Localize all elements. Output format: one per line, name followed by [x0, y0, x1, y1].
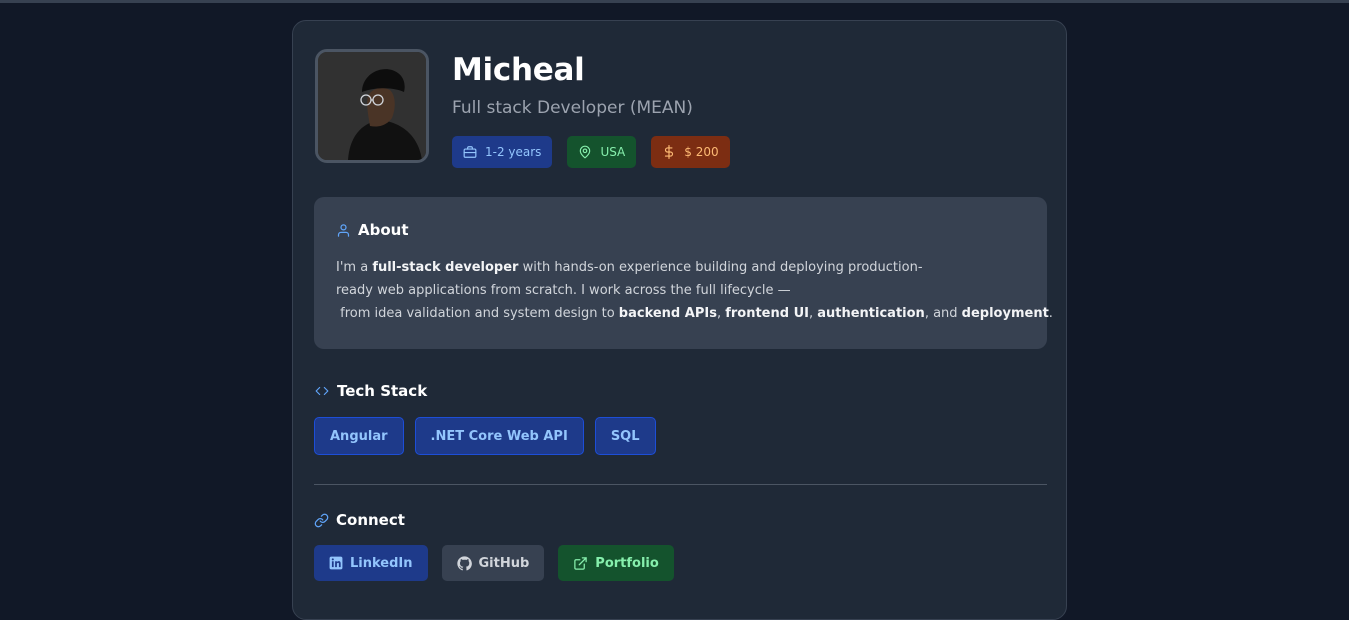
map-pin-icon: [580, 145, 591, 159]
profile-role: Full stack Developer (MEAN): [452, 98, 693, 118]
portfolio-label: Portfolio: [595, 555, 659, 571]
connect-links: LinkedIn GitHub Portfolio: [314, 545, 688, 581]
profile-badges: 1-2 years USA $ 200: [452, 136, 745, 168]
location-badge: USA: [567, 136, 637, 168]
github-button[interactable]: GitHub: [441, 545, 545, 581]
about-text-part: I'm a: [336, 260, 373, 275]
connect-section: Connect LinkedIn GitHub Portfolio: [314, 511, 688, 581]
portfolio-button[interactable]: Portfolio: [558, 545, 674, 581]
avatar-photo: [318, 52, 426, 160]
about-text-part: ,: [716, 306, 726, 321]
tech-chip-angular[interactable]: Angular: [314, 417, 404, 455]
experience-badge: 1-2 years: [452, 136, 553, 168]
about-highlight: full-stack developer: [372, 260, 519, 275]
about-highlight: authentication: [817, 306, 925, 321]
about-text: I'm a full-stack developer with hands-on…: [336, 256, 1053, 325]
location-label: USA: [600, 145, 626, 159]
tech-chip-sql[interactable]: SQL: [594, 417, 656, 455]
top-border: [0, 0, 1349, 3]
about-text-part: from idea validation and system design t…: [336, 306, 619, 321]
about-line-1: I'm a full-stack developer with hands-on…: [336, 256, 1025, 279]
about-title: About: [336, 221, 1025, 239]
user-icon: [337, 223, 350, 237]
tech-stack-title: Tech Stack: [314, 382, 667, 400]
avatar: [315, 49, 429, 163]
code-icon: [315, 386, 329, 396]
linkedin-button[interactable]: LinkedIn: [314, 545, 428, 581]
profile-header: Micheal Full stack Developer (MEAN) 1-2 …: [315, 49, 745, 168]
about-highlight: deployment: [961, 306, 1049, 321]
about-line-2: ready web applications from scratch. I w…: [336, 283, 791, 298]
external-link-icon: [574, 556, 588, 570]
about-line-3: from idea validation and system design t…: [336, 302, 1053, 325]
profile-info: Micheal Full stack Developer (MEAN) 1-2 …: [452, 49, 745, 168]
about-title-text: About: [358, 221, 409, 239]
github-icon: [456, 555, 472, 570]
rate-badge: $ 200: [651, 136, 730, 168]
about-section: About I'm a full-stack developer with ha…: [314, 197, 1053, 349]
github-label: GitHub: [478, 555, 530, 571]
linkedin-icon: [329, 556, 343, 570]
section-divider: [314, 484, 1047, 485]
connect-title: Connect: [314, 511, 688, 529]
profile-name: Micheal: [452, 52, 585, 88]
about-highlight: backend APIs: [618, 306, 717, 321]
linkedin-label: LinkedIn: [350, 555, 413, 571]
about-text-part: , and: [924, 306, 962, 321]
dollar-icon: [665, 145, 674, 159]
about-text-part: with hands-on experience building and de…: [518, 260, 923, 275]
tech-chips: Angular .NET Core Web API SQL: [314, 417, 667, 455]
about-text-part: ,: [808, 306, 818, 321]
briefcase-icon: [463, 146, 477, 158]
profile-card: Micheal Full stack Developer (MEAN) 1-2 …: [292, 20, 1067, 620]
connect-title-text: Connect: [336, 511, 405, 529]
experience-label: 1-2 years: [485, 145, 542, 159]
rate-label: $ 200: [684, 145, 719, 159]
link-icon: [314, 513, 329, 527]
about-highlight: frontend UI: [725, 306, 809, 321]
tech-stack-section: Tech Stack Angular .NET Core Web API SQL: [314, 382, 667, 455]
tech-chip-dotnet[interactable]: .NET Core Web API: [414, 417, 584, 455]
about-text-part: .: [1048, 306, 1053, 321]
tech-stack-title-text: Tech Stack: [337, 382, 428, 400]
